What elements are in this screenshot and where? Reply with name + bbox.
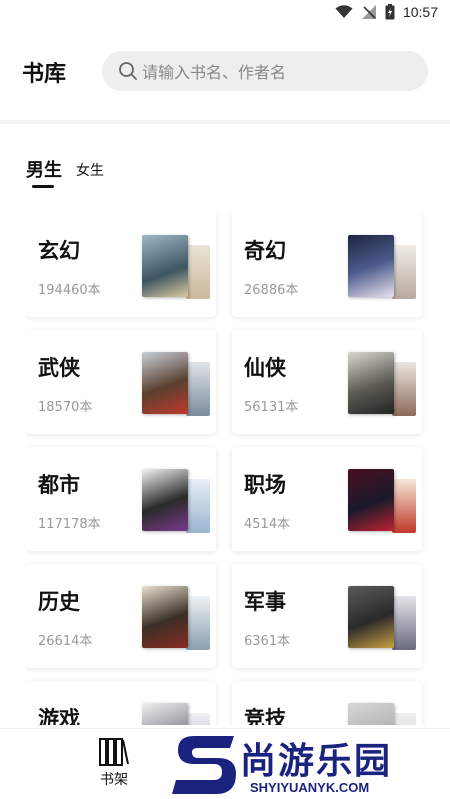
- book-cover: [142, 586, 188, 648]
- category-card-junshi[interactable]: 军事 6361本: [232, 564, 422, 668]
- watermark-s-icon: [172, 736, 236, 794]
- book-cover: [348, 586, 394, 648]
- category-name: 都市: [38, 473, 80, 497]
- watermark-url: SHYIYUANYK.COM: [250, 780, 370, 795]
- category-count: 4514本: [244, 517, 291, 532]
- category-card-lishi[interactable]: 历史 26614本: [26, 564, 216, 668]
- category-card-qihuan[interactable]: 奇幻 26886本: [232, 213, 422, 317]
- category-card-wuxia[interactable]: 武侠 18570本: [26, 330, 216, 434]
- book-cover-back: [186, 713, 210, 725]
- category-name: 历史: [38, 590, 80, 614]
- book-cover-back: [392, 245, 416, 299]
- book-cover-back: [392, 362, 416, 416]
- search-icon: [119, 62, 137, 80]
- category-name: 仙侠: [244, 356, 286, 380]
- wifi-icon: [335, 5, 353, 18]
- category-count: 6361本: [244, 634, 291, 649]
- book-cover-back: [186, 596, 210, 650]
- battery-icon: [385, 4, 395, 20]
- book-cover: [142, 235, 188, 297]
- category-count: 117178本: [38, 517, 101, 532]
- book-cover-back: [392, 713, 416, 725]
- search-input[interactable]: 请输入书名、作者名: [102, 51, 428, 91]
- tab-female[interactable]: 女生: [76, 160, 104, 182]
- nav-bookshelf[interactable]: 书架: [94, 737, 134, 789]
- tab-female-label: 女生: [76, 163, 104, 179]
- status-bar: 10:57: [0, 0, 450, 26]
- book-cover: [142, 703, 188, 725]
- category-card-dushi[interactable]: 都市 117178本: [26, 447, 216, 551]
- book-cover: [142, 352, 188, 414]
- category-count: 194460本: [38, 283, 101, 298]
- status-icons: 10:57: [335, 4, 438, 20]
- book-cover-back: [186, 479, 210, 533]
- header-divider: [0, 120, 450, 124]
- book-cover: [348, 469, 394, 531]
- category-name: 军事: [244, 590, 286, 614]
- book-cover: [348, 235, 394, 297]
- search-placeholder: 请输入书名、作者名: [142, 63, 287, 82]
- category-count: 26614本: [38, 634, 93, 649]
- book-cover-back: [186, 362, 210, 416]
- category-card-youxi[interactable]: 游戏: [26, 681, 216, 725]
- no-signal-icon: [361, 5, 376, 19]
- bookshelf-icon: [99, 738, 129, 766]
- header: 书库 请输入书名、作者名: [0, 26, 450, 120]
- category-card-zhichang[interactable]: 职场 4514本: [232, 447, 422, 551]
- category-card-jingji[interactable]: 竞技: [232, 681, 422, 725]
- tab-indicator: [32, 185, 54, 188]
- page-title: 书库: [22, 62, 67, 87]
- category-name: 奇幻: [244, 239, 286, 263]
- nav-bookshelf-label: 书架: [100, 772, 128, 788]
- category-name: 游戏: [38, 707, 80, 725]
- book-cover: [142, 469, 188, 531]
- status-time: 10:57: [402, 4, 438, 20]
- category-card-xianxia[interactable]: 仙侠 56131本: [232, 330, 422, 434]
- watermark-text: 尚游乐园: [240, 741, 393, 782]
- category-name: 竞技: [244, 707, 286, 725]
- book-cover-back: [392, 479, 416, 533]
- category-name: 职场: [244, 473, 286, 497]
- tab-male[interactable]: 男生: [26, 156, 62, 188]
- tab-male-label: 男生: [26, 160, 62, 181]
- category-card-xuanhuan[interactable]: 玄幻 194460本: [26, 213, 216, 317]
- book-cover: [348, 352, 394, 414]
- category-name: 武侠: [38, 356, 80, 380]
- watermark-logo: 尚游乐园 SHYIYUANYK.COM: [172, 728, 450, 799]
- category-count: 56131本: [244, 400, 299, 415]
- category-count: 18570本: [38, 400, 93, 415]
- book-cover: [348, 703, 394, 725]
- book-cover-back: [392, 596, 416, 650]
- book-cover-back: [186, 245, 210, 299]
- gender-tabs: 男生 女生: [26, 156, 104, 188]
- category-name: 玄幻: [38, 239, 80, 263]
- category-grid: 玄幻 194460本 奇幻 26886本 武侠 18570本 仙侠 56131本…: [26, 213, 426, 725]
- category-count: 26886本: [244, 283, 299, 298]
